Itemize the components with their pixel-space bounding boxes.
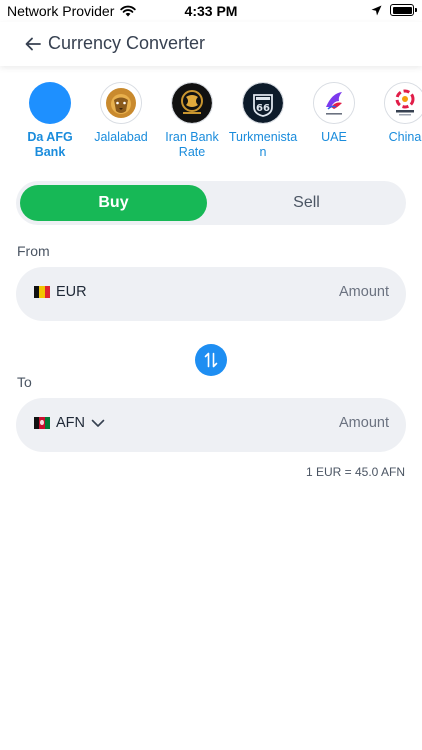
bank-item-da-afg[interactable]: Da AFG Bank	[12, 80, 88, 160]
bank-logo-da-afg	[29, 82, 71, 124]
status-bar: Network Provider 4:33 PM	[0, 0, 422, 22]
to-field[interactable]: AFN Amount	[16, 398, 406, 452]
bank-name: Iran Bank Rate	[165, 130, 219, 159]
belgium-flag-icon	[34, 286, 50, 298]
to-amount-input[interactable]: Amount	[339, 415, 389, 431]
bank-item-china[interactable]: China	[367, 80, 422, 145]
iran-bank-logo-icon	[171, 82, 213, 124]
buy-sell-toggle: Buy Sell	[16, 181, 406, 225]
bank-item-iran-bank-rate[interactable]: Iran Bank Rate	[154, 80, 230, 160]
afghanistan-flag-icon	[34, 417, 50, 429]
bank-selector: Da AFG Bank Jalalabad Iran Bank Rate 66 …	[0, 80, 422, 170]
page-title: Currency Converter	[48, 33, 206, 53]
status-right	[371, 4, 417, 16]
company-logo-icon	[384, 82, 422, 124]
swap-button[interactable]	[195, 344, 227, 376]
bank-name: Turkmenista n	[228, 130, 298, 159]
lion-logo-icon	[100, 82, 142, 124]
to-currency-code: AFN	[56, 415, 85, 431]
back-arrow-icon[interactable]	[24, 35, 42, 53]
bank-name: China	[388, 130, 422, 144]
from-currency-selector[interactable]: EUR	[34, 284, 87, 300]
exchange-rate-text: 1 EUR = 45.0 AFN	[305, 465, 405, 479]
bank-name: UAE	[321, 130, 347, 144]
to-label: To	[17, 374, 32, 390]
location-arrow-icon	[371, 5, 382, 15]
from-amount-input[interactable]: Amount	[339, 284, 389, 300]
chevron-down-icon	[91, 419, 105, 427]
status-time: 4:33 PM	[184, 3, 238, 19]
from-label: From	[17, 243, 50, 259]
bank-name: Jalalabad	[94, 130, 148, 144]
app-header: Currency Converter	[0, 22, 422, 66]
from-field[interactable]: EUR Amount	[16, 267, 406, 321]
swap-arrows-icon	[204, 352, 218, 368]
buy-tab[interactable]: Buy	[20, 185, 207, 221]
bank-item-jalalabad[interactable]: Jalalabad	[83, 80, 159, 145]
sell-tab[interactable]: Sell	[211, 185, 402, 221]
to-currency-selector[interactable]: AFN	[34, 415, 105, 431]
route-66-logo-icon: 66	[242, 82, 284, 124]
bank-item-turkmenistan[interactable]: 66 Turkmenista n	[225, 80, 301, 160]
svg-text:66: 66	[256, 103, 270, 114]
bank-name: Da AFG Bank	[27, 130, 73, 159]
from-currency-code: EUR	[56, 284, 87, 300]
battery-icon	[390, 4, 417, 16]
bird-logo-icon	[313, 82, 355, 124]
bank-item-uae[interactable]: UAE	[296, 80, 372, 145]
